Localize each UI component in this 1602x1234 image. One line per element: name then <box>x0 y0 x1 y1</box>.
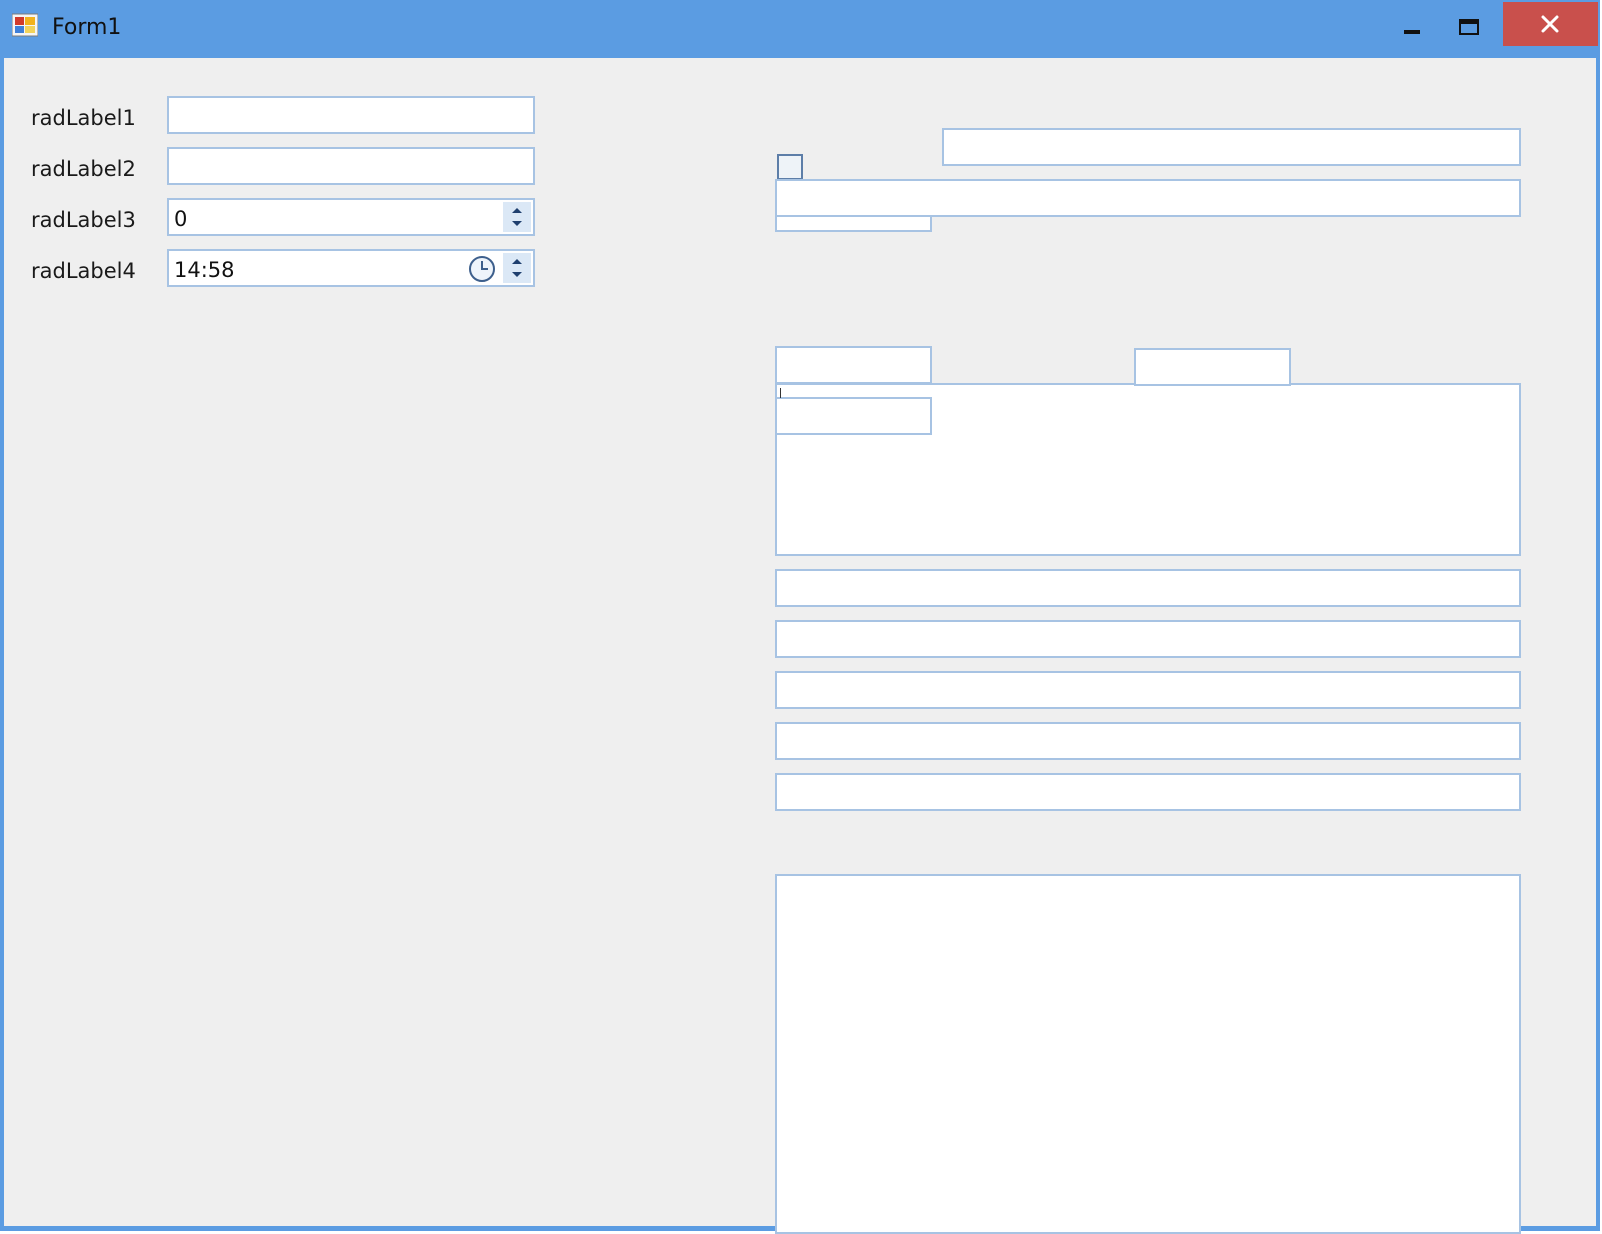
numeric-spin-editor[interactable]: 0 <box>167 198 535 236</box>
title-bar[interactable]: Form1 <box>0 0 1600 56</box>
text-caret <box>780 388 781 398</box>
time-spin-buttons[interactable] <box>503 253 531 283</box>
large-text-area[interactable] <box>775 874 1521 1234</box>
time-picker[interactable]: 14:58 <box>167 249 535 287</box>
clock-icon[interactable] <box>467 254 497 284</box>
maximize-button[interactable] <box>1444 2 1494 46</box>
spin-arrows-icon <box>512 208 522 226</box>
text-box-row-5[interactable] <box>775 773 1521 811</box>
small-box-a[interactable] <box>775 346 932 384</box>
rad-label-3: radLabel3 <box>31 208 136 232</box>
small-box-c[interactable] <box>775 397 932 435</box>
maximize-icon <box>1459 19 1479 35</box>
time-picker-value: 14:58 <box>174 258 235 282</box>
checkbox[interactable] <box>777 154 803 180</box>
text-box-row-3[interactable] <box>775 671 1521 709</box>
spin-editor-value: 0 <box>174 207 188 231</box>
text-box-row-2[interactable] <box>775 620 1521 658</box>
spin-arrows-icon <box>512 259 522 277</box>
rad-label-2: radLabel2 <box>31 157 136 181</box>
form-client-area: radLabel1 radLabel2 radLabel3 radLabel4 … <box>4 58 1596 1234</box>
text-box-2[interactable] <box>167 147 535 185</box>
minimize-button[interactable] <box>1388 2 1438 46</box>
text-box-1[interactable] <box>167 96 535 134</box>
close-button[interactable] <box>1503 2 1598 46</box>
app-icon <box>12 13 38 37</box>
form-window: Form1 radLabel1 radLabel2 radLabel3 radL… <box>0 0 1600 1234</box>
window-title: Form1 <box>52 15 122 40</box>
small-box-b[interactable] <box>1134 348 1291 386</box>
right-text-box-top[interactable] <box>942 128 1521 166</box>
rad-label-1: radLabel1 <box>31 106 136 130</box>
text-box-row-1[interactable] <box>775 569 1521 607</box>
minimize-icon <box>1404 30 1420 34</box>
text-box-row-4[interactable] <box>775 722 1521 760</box>
right-text-box-wide[interactable] <box>775 179 1521 217</box>
close-icon <box>1541 15 1559 33</box>
spin-buttons[interactable] <box>503 202 531 232</box>
rad-label-4: radLabel4 <box>31 259 136 283</box>
